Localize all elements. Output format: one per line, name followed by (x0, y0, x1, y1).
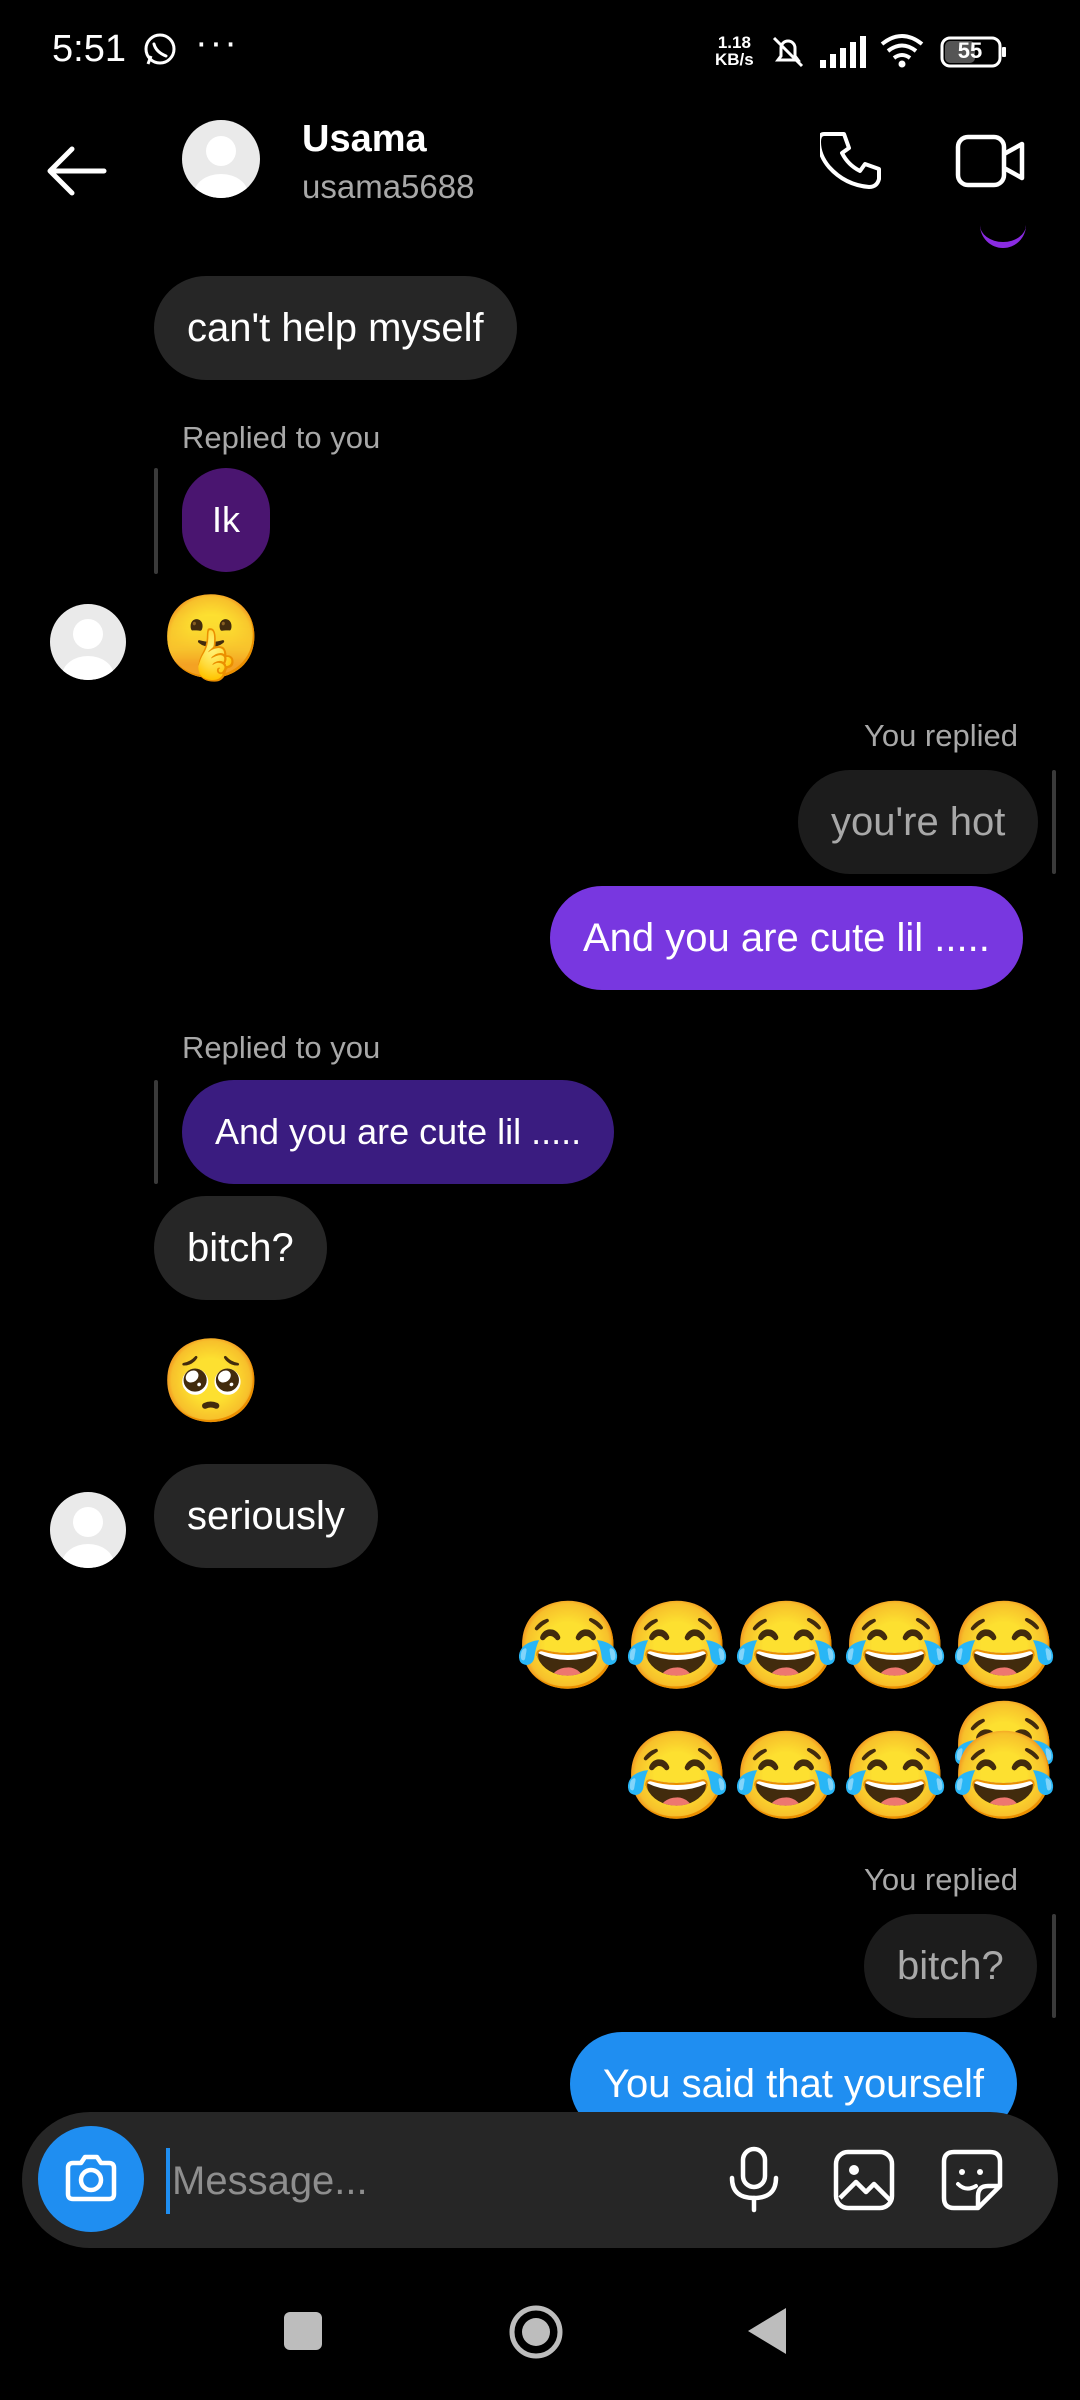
camera-icon (65, 2154, 117, 2202)
more-notifications-icon: ··· (195, 22, 239, 64)
contact-avatar[interactable] (182, 120, 260, 198)
reply-bar (1052, 1914, 1056, 2018)
sender-avatar[interactable] (50, 604, 126, 680)
whatsapp-icon (144, 33, 176, 65)
reply-bar (1052, 770, 1056, 874)
phone-icon[interactable] (820, 128, 886, 194)
message-incoming[interactable]: can't help myself (154, 276, 517, 380)
network-speed: 1.18 KB/s (715, 34, 754, 68)
nav-back-button[interactable] (744, 2304, 790, 2358)
reply-label: You replied (864, 718, 1018, 753)
message-incoming[interactable]: bitch? (154, 1196, 327, 1300)
speed-unit: KB/s (715, 50, 754, 69)
reply-quote[interactable]: Ik (182, 468, 271, 572)
message-incoming[interactable]: seriously (154, 1464, 378, 1568)
reply-label: You replied (864, 1862, 1018, 1897)
avatar-placeholder-icon (62, 1507, 114, 1568)
battery-level: 55 (957, 38, 983, 63)
recent-apps-button[interactable] (284, 2312, 322, 2350)
previous-message-edge (980, 224, 1026, 248)
emoji-message[interactable]: 😂😂😂😂 (620, 1726, 1060, 1826)
microphone-icon[interactable] (726, 2146, 782, 2214)
wifi-icon (880, 34, 924, 68)
bell-muted-icon (772, 36, 804, 68)
video-camera-icon[interactable] (955, 128, 1027, 194)
emoji-message[interactable]: 🤫 (160, 590, 262, 686)
status-time: 5:51 (52, 28, 126, 70)
reply-bar (154, 468, 158, 574)
camera-button[interactable] (38, 2126, 144, 2232)
back-arrow-icon[interactable] (40, 135, 112, 207)
avatar-placeholder-icon (194, 136, 248, 198)
avatar-placeholder-icon (62, 619, 114, 680)
message-input[interactable] (166, 2148, 694, 2214)
contact-name[interactable]: Usama (302, 118, 427, 161)
sender-avatar[interactable] (50, 1492, 126, 1568)
reply-label: Replied to you (182, 420, 381, 455)
reply-quote[interactable]: you're hot (798, 770, 1039, 874)
sticker-icon[interactable] (940, 2148, 1004, 2212)
home-button[interactable] (506, 2302, 566, 2362)
reply-quote[interactable]: bitch? (864, 1914, 1037, 2018)
message-outgoing[interactable]: And you are cute lil ..... (550, 886, 1023, 990)
reply-label: Replied to you (182, 1030, 381, 1065)
signal-icon (820, 36, 866, 68)
reply-bar (154, 1080, 158, 1184)
emoji-message[interactable]: 🥺 (160, 1334, 262, 1430)
gallery-icon[interactable] (832, 2148, 896, 2212)
status-bar: 5:51 ··· 1.18 KB/s 55 (0, 0, 1080, 110)
speed-value: 1.18 (717, 33, 751, 52)
contact-username[interactable]: usama5688 (302, 168, 474, 206)
reply-quote[interactable]: And you are cute lil ..... (182, 1080, 615, 1184)
